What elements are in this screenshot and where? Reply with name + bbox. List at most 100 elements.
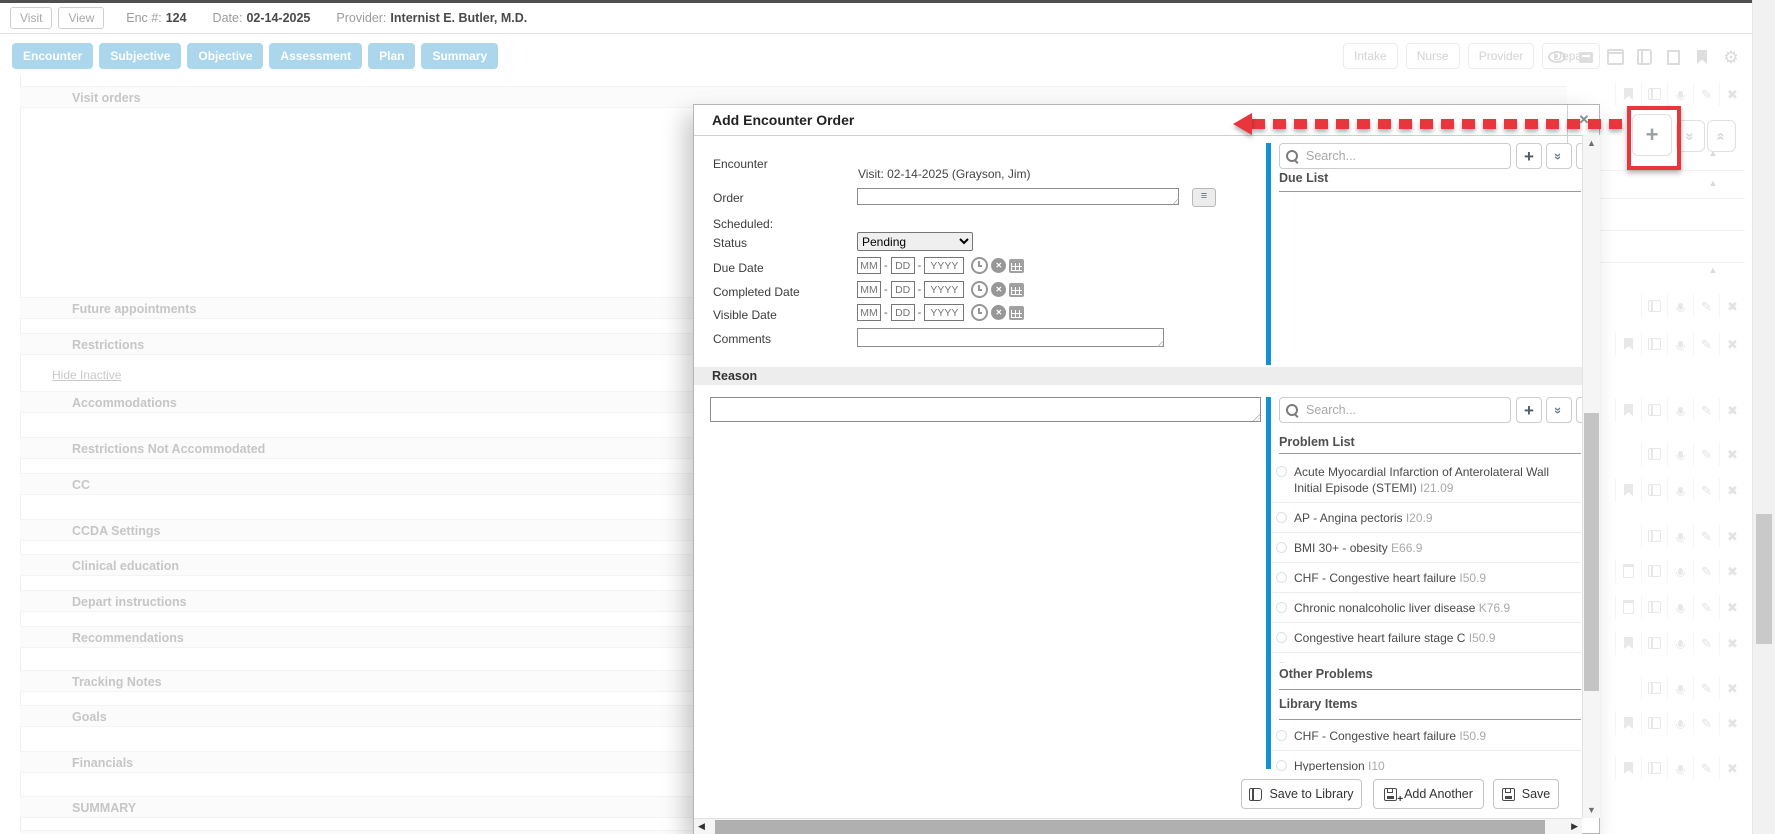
add-another-button[interactable]: +Add Another: [1373, 779, 1484, 809]
list-item[interactable]: BMI 30+ - obesity E66.9: [1272, 533, 1581, 563]
action-icon-button[interactable]: [1667, 332, 1693, 356]
action-icon-button[interactable]: [1641, 478, 1667, 502]
topbar-tab-visit[interactable]: Visit: [10, 7, 52, 29]
clock-icon[interactable]: [971, 304, 988, 321]
action-icon-button[interactable]: [1667, 756, 1693, 780]
action-icon-button[interactable]: ✖: [1719, 756, 1745, 780]
nav-pill-encounter[interactable]: Encounter: [12, 43, 93, 69]
radio-button[interactable]: [1276, 730, 1287, 741]
list-item[interactable]: CHF - Congestive heart failure I50.9: [1272, 721, 1581, 751]
action-icon-button[interactable]: [1615, 398, 1641, 422]
action-icon-button[interactable]: [1641, 442, 1667, 466]
nav-pill-summary[interactable]: Summary: [421, 43, 498, 69]
reason-resize-handle[interactable]: [1253, 414, 1260, 421]
nav-pill-assessment[interactable]: Assessment: [269, 43, 362, 69]
action-icon-button[interactable]: [1615, 82, 1641, 106]
action-icon-button[interactable]: [1667, 524, 1693, 548]
action-icon-button[interactable]: ✎: [1693, 524, 1719, 548]
action-icon-button[interactable]: [1615, 332, 1641, 356]
action-icon-button[interactable]: [1641, 595, 1667, 619]
stage-tab-nurse[interactable]: Nurse: [1406, 43, 1460, 69]
calendar-icon[interactable]: [1009, 259, 1024, 273]
list-icon[interactable]: ≡: [1192, 188, 1216, 207]
radio-button[interactable]: [1276, 512, 1287, 523]
problem-expand-button[interactable]: »: [1546, 397, 1572, 423]
action-icon-button[interactable]: [1641, 711, 1667, 735]
radio-button[interactable]: [1276, 662, 1287, 663]
toolbar-icon-button[interactable]: [1693, 48, 1711, 66]
action-icon-button[interactable]: ✖: [1719, 294, 1745, 318]
action-icon-button[interactable]: [1615, 711, 1641, 735]
action-icon-button[interactable]: ✎: [1693, 631, 1719, 655]
scroll-left-icon[interactable]: ◀: [698, 821, 705, 832]
action-icon-button[interactable]: ✎: [1693, 398, 1719, 422]
action-icon-button[interactable]: [1667, 478, 1693, 502]
clear-icon[interactable]: ✕: [991, 282, 1006, 297]
comments-resize-handle[interactable]: [1157, 340, 1164, 347]
list-item-clipped[interactable]: Coronary Atherosclerosis of Native Cor: [1272, 653, 1581, 663]
completed-date-yyyy-input[interactable]: [924, 281, 964, 298]
list-item[interactable]: Acute Myocardial Infarction of Anterolat…: [1272, 457, 1581, 503]
collapse-caret-icon[interactable]: ▲: [1703, 178, 1723, 188]
hide-inactive-link[interactable]: Hide Inactive: [52, 368, 121, 382]
action-icon-button[interactable]: [1615, 595, 1641, 619]
radio-button[interactable]: [1276, 760, 1287, 771]
reason-input[interactable]: [710, 397, 1261, 422]
action-icon-button[interactable]: ✖: [1719, 676, 1745, 700]
action-icon-button[interactable]: ✖: [1719, 332, 1745, 356]
toolbar-icon-button[interactable]: [1606, 48, 1624, 66]
list-item[interactable]: AP - Angina pectoris I20.9: [1272, 503, 1581, 533]
action-icon-button[interactable]: [1667, 294, 1693, 318]
completed-date-mm-input[interactable]: [857, 281, 881, 298]
collapse-all-button[interactable]: «: [1707, 120, 1736, 152]
list-item[interactable]: Chronic nonalcoholic liver disease K76.9: [1272, 593, 1581, 623]
radio-button[interactable]: [1276, 542, 1287, 553]
save-button[interactable]: Save: [1493, 779, 1559, 809]
action-icon-button[interactable]: [1615, 478, 1641, 502]
scroll-up-icon[interactable]: ▲: [1583, 138, 1600, 148]
nav-pill-subjective[interactable]: Subjective: [99, 43, 181, 69]
action-icon-button[interactable]: ✖: [1719, 595, 1745, 619]
action-icon-button[interactable]: ✎: [1693, 332, 1719, 356]
action-icon-button[interactable]: ✖: [1719, 711, 1745, 735]
scroll-right-icon[interactable]: ▶: [1571, 821, 1578, 832]
action-icon-button[interactable]: [1667, 711, 1693, 735]
nav-pill-objective[interactable]: Objective: [187, 43, 263, 69]
due-list-search-input[interactable]: [1304, 148, 1504, 164]
action-icon-button[interactable]: [1641, 398, 1667, 422]
action-icon-button[interactable]: ✎: [1693, 478, 1719, 502]
status-select[interactable]: Pending: [857, 232, 973, 251]
toolbar-icon-button[interactable]: [1664, 48, 1682, 66]
clear-icon[interactable]: ✕: [991, 258, 1006, 273]
order-input[interactable]: [857, 188, 1179, 205]
modal-horizontal-scrollbar[interactable]: ◀ ▶: [694, 818, 1582, 834]
toolbar-icon-button[interactable]: [1548, 48, 1566, 66]
problem-search-input[interactable]: [1304, 402, 1504, 418]
list-item[interactable]: Hypertension I10: [1272, 751, 1581, 771]
problem-add-button[interactable]: +: [1516, 397, 1542, 423]
list-item[interactable]: CHF - Congestive heart failure I50.9: [1272, 563, 1581, 593]
action-icon-button[interactable]: [1641, 756, 1667, 780]
action-icon-button[interactable]: [1615, 559, 1641, 583]
action-icon-button[interactable]: [1641, 524, 1667, 548]
radio-button[interactable]: [1276, 632, 1287, 643]
due-list-expand-button[interactable]: »: [1546, 143, 1572, 169]
topbar-tab-view[interactable]: View: [58, 7, 104, 29]
save-to-library-button[interactable]: Save to Library: [1241, 779, 1362, 809]
radio-button[interactable]: [1276, 572, 1287, 583]
due-list-add-button[interactable]: +: [1516, 143, 1542, 169]
action-icon-button[interactable]: [1667, 442, 1693, 466]
action-icon-button[interactable]: ✖: [1719, 82, 1745, 106]
action-icon-button[interactable]: ✖: [1719, 478, 1745, 502]
action-icon-button[interactable]: [1667, 676, 1693, 700]
action-icon-button[interactable]: [1641, 332, 1667, 356]
action-icon-button[interactable]: [1641, 294, 1667, 318]
visible-date-yyyy-input[interactable]: [924, 304, 964, 321]
modal-hscroll-thumb[interactable]: [715, 820, 1545, 834]
action-icon-button[interactable]: [1641, 631, 1667, 655]
action-icon-button[interactable]: ✎: [1693, 595, 1719, 619]
action-icon-button[interactable]: ✎: [1693, 559, 1719, 583]
action-icon-button[interactable]: [1641, 559, 1667, 583]
action-icon-button[interactable]: ✖: [1719, 524, 1745, 548]
action-icon-button[interactable]: [1667, 631, 1693, 655]
